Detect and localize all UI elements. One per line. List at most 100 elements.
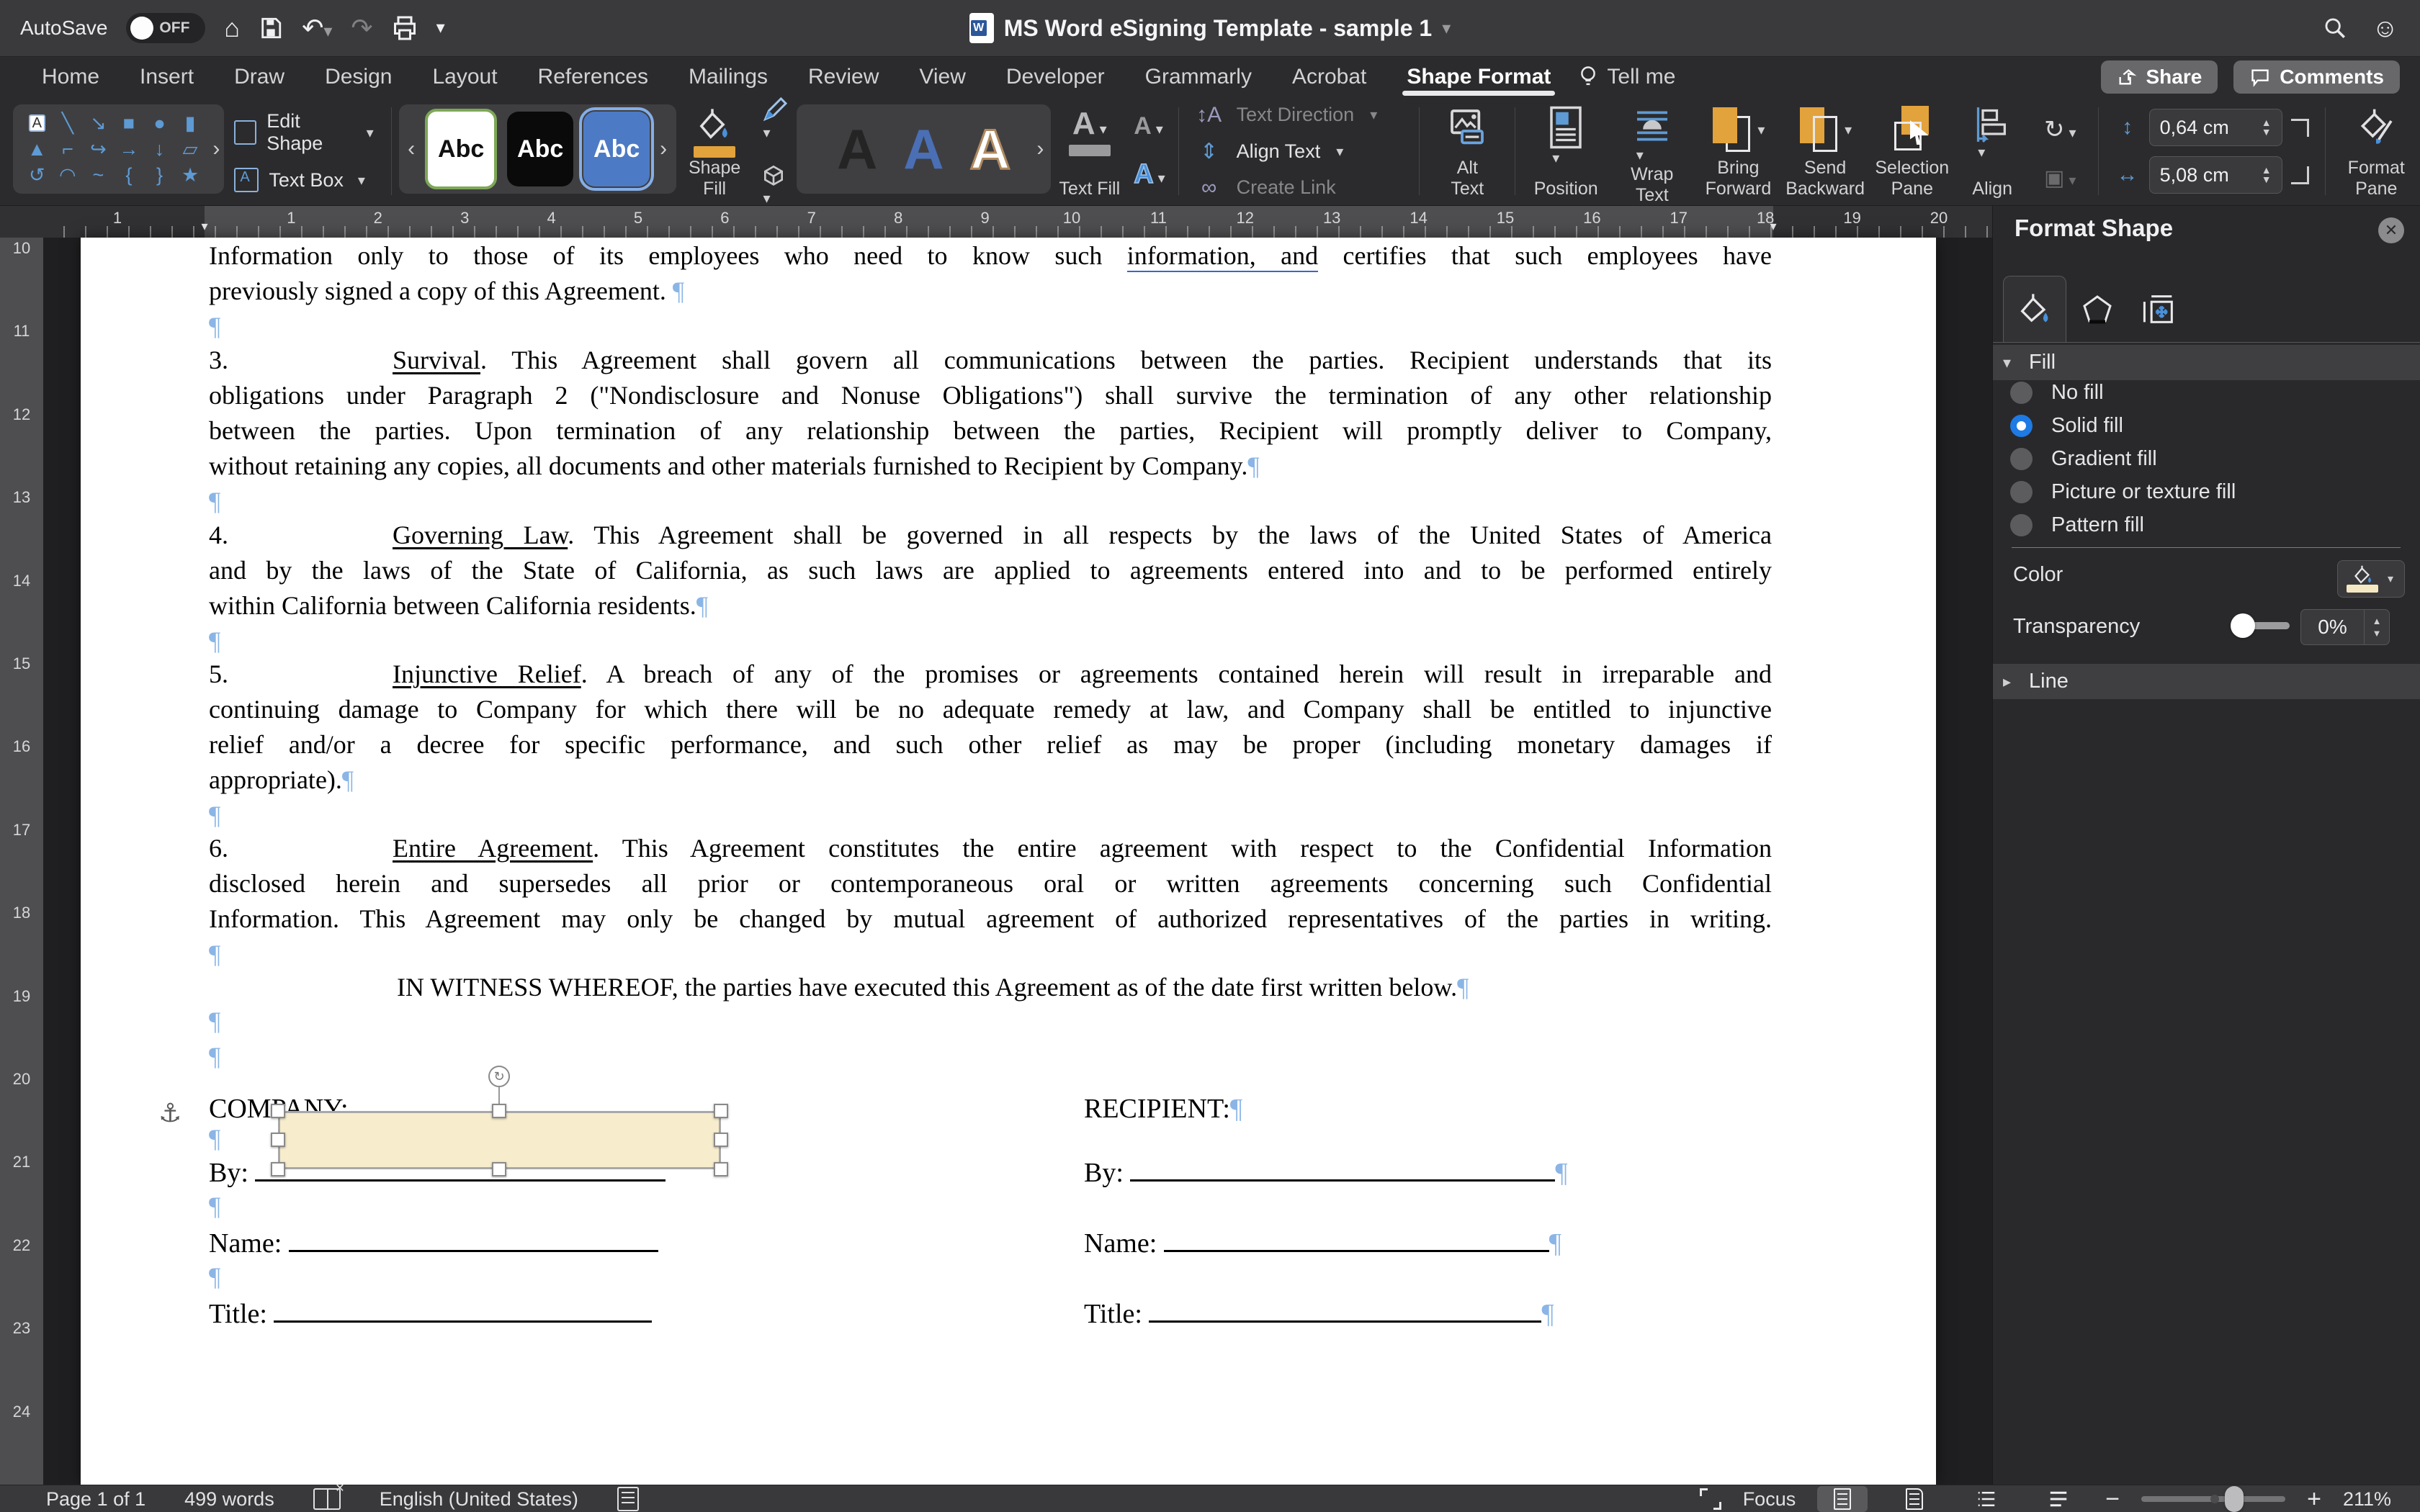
title-chevron-icon[interactable]: ▾ — [1442, 18, 1451, 39]
shape-glyph-icon[interactable]: ★ — [182, 165, 199, 185]
tab-mailings[interactable]: Mailings — [668, 57, 788, 97]
radio-icon[interactable] — [2010, 414, 2033, 437]
fill-option-picture-or-texture-fill[interactable]: Picture or texture fill — [2010, 475, 2236, 508]
zoom-in-button[interactable]: + — [2307, 1487, 2321, 1511]
align-button[interactable]: ▾ Align — [1955, 97, 2030, 205]
shape-glyph-icon[interactable]: ◠ — [59, 165, 76, 185]
shape-glyph-icon[interactable]: A — [28, 114, 45, 132]
selected-signature-shape[interactable] — [278, 1111, 721, 1169]
text-box-button[interactable]: A Text Box ▾ — [234, 168, 373, 192]
shape-glyph-icon[interactable]: ▱ — [183, 139, 198, 159]
document-title[interactable]: MS Word eSigning Template - sample 1 — [1004, 15, 1432, 42]
vertical-ruler[interactable]: 10 11 12 13 14 15 16 17 18 19 20 21 22 23 24 — [0, 238, 43, 1485]
tab-tell-me[interactable]: Tell me — [1578, 65, 1675, 89]
word-count[interactable]: 499 words — [184, 1488, 274, 1511]
fill-section-header[interactable]: ▾ Fill — [1993, 345, 2420, 380]
edit-shape-button[interactable]: Edit Shape ▾ — [234, 110, 374, 155]
insert-shapes-gallery[interactable]: A ╲ ↘ ■ ● ▮ ▲ ⌐ ↪ → ↓ ▱ ↺ ◠ ~ {} ★ › — [13, 104, 225, 194]
tab-layout[interactable]: Layout — [412, 57, 517, 97]
fill-option-gradient-fill[interactable]: Gradient fill — [2010, 442, 2157, 475]
shape-style-white[interactable]: Abc — [425, 109, 498, 189]
grammar-underline[interactable]: information, and — [1126, 241, 1319, 274]
text-substitution-icon[interactable] — [617, 1487, 639, 1511]
indent-marker[interactable]: ▾ — [201, 219, 207, 234]
text-effects-button[interactable]: A ▾ — [1133, 158, 1165, 190]
zoom-slider-thumb[interactable] — [2225, 1486, 2244, 1512]
pane-close-icon[interactable]: ✕ — [2378, 217, 2404, 243]
print-layout-view-button[interactable] — [1817, 1486, 1868, 1512]
zoom-percentage[interactable]: 211% — [2343, 1488, 2391, 1511]
search-icon[interactable] — [2323, 16, 2347, 40]
create-link-button[interactable]: ∞ Create Link — [1193, 176, 1405, 200]
shape-glyph-icon[interactable]: ■ — [123, 113, 135, 133]
print-icon[interactable] — [392, 15, 418, 41]
wordart-style-outline[interactable]: A — [969, 120, 1011, 179]
zoom-out-button[interactable]: − — [2105, 1487, 2120, 1511]
styles-next-icon[interactable]: › — [660, 137, 667, 161]
pane-tab-fill-line[interactable] — [2003, 276, 2066, 343]
wordart-style-blue[interactable]: A — [903, 121, 944, 177]
shape-glyph-icon[interactable]: ● — [153, 113, 165, 133]
wrap-text-button[interactable]: ▾ Wrap Text — [1609, 97, 1695, 205]
alt-text-button[interactable]: Alt Text — [1427, 97, 1507, 205]
tab-grammarly[interactable]: Grammarly — [1125, 57, 1272, 97]
shape-height-input[interactable]: 0,64 cm ▲ ▼ — [2148, 109, 2282, 146]
shape-glyph-icon[interactable]: ↪ — [90, 139, 107, 159]
tab-insert[interactable]: Insert — [120, 57, 214, 97]
bring-forward-button[interactable]: ▾ Bring Forward — [1695, 97, 1782, 205]
share-button[interactable]: Share — [2101, 60, 2218, 94]
text-direction-button[interactable]: ↕A Text Direction ▾ — [1193, 103, 1405, 127]
rotate-button[interactable]: ↻ ▾ — [2044, 115, 2076, 144]
comments-button[interactable]: Comments — [2233, 60, 2400, 94]
page-count[interactable]: Page 1 of 1 — [46, 1488, 145, 1511]
format-pane-button[interactable]: Format Pane — [2333, 97, 2420, 205]
resize-handle-e[interactable] — [714, 1133, 728, 1147]
language-indicator[interactable]: English (United States) — [380, 1488, 578, 1511]
shape-fill-button[interactable]: Shape Fill — [676, 97, 753, 205]
resize-handle-sw[interactable] — [271, 1162, 285, 1176]
line-section-header[interactable]: ▸ Line — [1993, 664, 2420, 699]
save-icon[interactable] — [259, 16, 283, 40]
tab-acrobat[interactable]: Acrobat — [1272, 57, 1386, 97]
shape-glyph-icon[interactable]: ↘ — [90, 113, 107, 133]
position-button[interactable]: ▾ Position — [1523, 97, 1609, 205]
shape-style-black[interactable]: Abc — [507, 112, 574, 186]
autosave-toggle[interactable]: OFF — [126, 13, 206, 43]
draft-view-button[interactable] — [2033, 1486, 2084, 1512]
tab-references[interactable]: References — [518, 57, 668, 97]
zoom-slider[interactable] — [2141, 1486, 2286, 1512]
radio-icon[interactable] — [2010, 447, 2033, 470]
resize-handle-w[interactable] — [271, 1133, 285, 1147]
resize-handle-se[interactable] — [714, 1162, 728, 1176]
shape-glyph-icon[interactable]: { — [125, 165, 132, 185]
radio-icon[interactable] — [2010, 513, 2033, 536]
radio-icon[interactable] — [2010, 480, 2033, 503]
tab-design[interactable]: Design — [305, 57, 412, 97]
height-stepper[interactable]: ▲ ▼ — [2262, 117, 2272, 137]
home-icon[interactable]: ⌂ — [224, 15, 240, 41]
document-page[interactable]: Information only to those of its employe… — [81, 238, 1936, 1485]
shape-glyph-icon[interactable]: → — [119, 139, 138, 159]
wordart-style-black[interactable]: A — [837, 121, 877, 177]
shapes-more-icon[interactable]: › — [212, 137, 220, 161]
rotation-handle[interactable]: ↻ — [488, 1066, 510, 1087]
shape-glyph-icon[interactable]: ~ — [93, 165, 104, 185]
account-icon[interactable]: ☺ — [2372, 15, 2398, 41]
horizontal-ruler[interactable]: ▾ ▾ 1 1 2 3 4 5 6 7 8 9 10 11 12 13 14 15 16 17 18 19 20 — [0, 206, 1992, 238]
width-stepper[interactable]: ▲ ▼ — [2262, 165, 2272, 184]
shape-style-blue-selected[interactable]: Abc — [579, 107, 655, 191]
shape-glyph-icon[interactable]: ▮ — [185, 113, 196, 133]
shape-outline-button[interactable]: ▾ — [759, 95, 791, 142]
shape-effects-button[interactable]: ▾ — [759, 161, 791, 207]
redo-button[interactable]: ↷ — [351, 15, 372, 41]
wordart-more-icon[interactable]: › — [1036, 137, 1044, 161]
tab-shape-format[interactable]: Shape Format — [1386, 57, 1571, 97]
tab-view[interactable]: View — [899, 57, 985, 97]
proofing-errors-icon[interactable] — [313, 1481, 345, 1510]
undo-button[interactable]: ↶▾ — [302, 15, 332, 41]
resize-handle-s[interactable] — [492, 1162, 506, 1176]
send-backward-button[interactable]: ▾ Send Backward — [1781, 97, 1869, 205]
radio-icon[interactable] — [2010, 381, 2033, 404]
shape-glyph-icon[interactable]: ▲ — [27, 139, 47, 159]
outline-view-button[interactable] — [1961, 1486, 2012, 1512]
